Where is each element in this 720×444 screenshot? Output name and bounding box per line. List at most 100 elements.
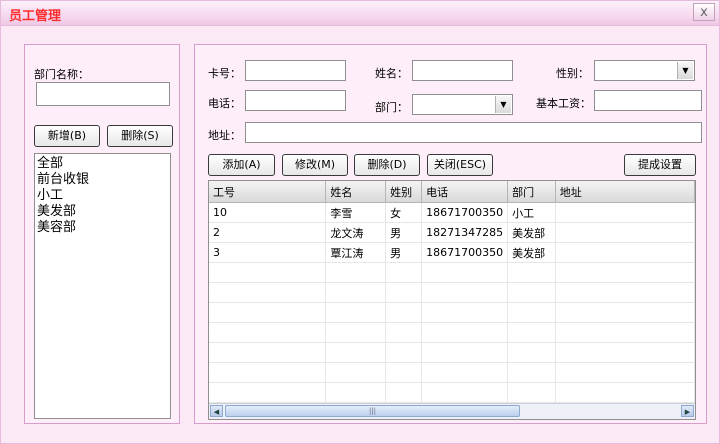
table-cell: 覃江涛 [325, 242, 387, 263]
table-cell [385, 302, 423, 323]
table-cell: 2 [209, 222, 327, 243]
department-list-item[interactable]: 小工 [37, 188, 170, 204]
commission-settings-button[interactable]: 提成设置 [624, 154, 696, 176]
table-row[interactable]: 10 李雪女 18671700350 小工 [209, 202, 695, 223]
table-cell [555, 362, 695, 383]
department-list[interactable]: 全部 前台收银 小工 美发部 美容部 [34, 153, 171, 419]
close-icon[interactable]: x [693, 3, 715, 21]
card-input[interactable] [245, 60, 346, 81]
table-cell [209, 282, 327, 303]
chevron-down-icon[interactable]: ▼ [677, 62, 693, 79]
table-cell [507, 382, 556, 403]
name-input[interactable] [412, 60, 513, 81]
table-cell [507, 262, 556, 283]
table-cell [209, 322, 327, 343]
table-cell: 男 [385, 242, 423, 263]
table-cell [385, 382, 423, 403]
table-cell [421, 342, 509, 363]
table-cell: 10 [209, 202, 327, 223]
table-cell [555, 342, 695, 363]
salary-input[interactable] [594, 90, 702, 111]
table-row[interactable] [209, 262, 695, 283]
edit-employee-button[interactable]: 修改(M) [282, 154, 348, 176]
department-list-item[interactable]: 美发部 [37, 204, 170, 220]
employee-panel: 卡号： 姓名： 性别： ▼ 电话： 部门： ▼ 基本工资： 地址： 添加(A) … [194, 44, 707, 424]
table-cell [385, 322, 423, 343]
column-header[interactable]: 姓别 [385, 181, 423, 203]
window-title: 员工管理 [9, 9, 62, 24]
address-label: 地址： [208, 129, 241, 142]
table-cell [555, 242, 695, 263]
name-label: 姓名： [375, 67, 408, 80]
table-cell [209, 382, 327, 403]
table-cell: 18671700350 [421, 202, 509, 223]
table-cell: 龙文涛 [325, 222, 387, 243]
table-cell [209, 262, 327, 283]
gender-select[interactable]: ▼ [594, 60, 695, 81]
department-list-item[interactable]: 全部 [37, 156, 170, 172]
dept-label: 部门： [375, 101, 408, 114]
table-row[interactable] [209, 282, 695, 303]
scroll-thumb[interactable]: ||| [225, 405, 520, 417]
table-cell [421, 282, 509, 303]
arrow-left-icon[interactable]: ◀ [210, 405, 223, 417]
column-header[interactable]: 工号 [209, 181, 327, 203]
table-cell: 美发部 [507, 222, 556, 243]
column-header[interactable]: 姓名 [325, 181, 387, 203]
delete-employee-button[interactable]: 删除(D) [354, 154, 420, 176]
table-cell [421, 262, 509, 283]
table-cell [385, 262, 423, 283]
chevron-down-icon[interactable]: ▼ [495, 96, 511, 113]
department-list-item[interactable]: 美容部 [37, 220, 170, 236]
department-panel: 部门名称： 新增(B) 删除(S) 全部 前台收银 小工 美发部 美容部 [24, 44, 180, 424]
table-cell [209, 302, 327, 323]
table-cell [555, 322, 695, 343]
table-cell [507, 322, 556, 343]
table-cell [209, 342, 327, 363]
table-cell [507, 302, 556, 323]
column-header[interactable]: 电话 [421, 181, 509, 203]
dept-select[interactable]: ▼ [412, 94, 513, 115]
table-cell: 女 [385, 202, 423, 223]
table-row[interactable] [209, 382, 695, 403]
table-cell: 18271347285 [421, 222, 509, 243]
table-cell [385, 362, 423, 383]
table-cell [209, 362, 327, 383]
table-cell [385, 282, 423, 303]
add-department-button[interactable]: 新增(B) [34, 125, 100, 147]
table-cell: 李雪 [325, 202, 387, 223]
close-button[interactable]: 关闭(ESC) [427, 154, 493, 176]
table-row[interactable]: 3 覃江涛男 18671700350 美发部 [209, 242, 695, 263]
delete-department-button[interactable]: 删除(S) [107, 125, 173, 147]
employee-table[interactable]: 工号 姓名 姓别 电话 部门 地址 10 李雪女 18671700350 小工 2 龙文涛男 1827… [208, 180, 696, 420]
add-employee-button[interactable]: 添加(A) [208, 154, 275, 176]
table-cell [325, 362, 387, 383]
table-row[interactable] [209, 342, 695, 363]
table-cell [555, 222, 695, 243]
table-cell [325, 262, 387, 283]
table-row[interactable] [209, 322, 695, 343]
table-row[interactable] [209, 302, 695, 323]
table-cell [325, 382, 387, 403]
table-row[interactable] [209, 362, 695, 383]
table-cell [555, 302, 695, 323]
table-cell [421, 302, 509, 323]
table-row[interactable]: 2 龙文涛男 18271347285 美发部 [209, 222, 695, 243]
table-cell [555, 202, 695, 223]
dept-name-input[interactable] [36, 82, 170, 106]
table-cell [385, 342, 423, 363]
table-cell: 小工 [507, 202, 556, 223]
table-cell [421, 382, 509, 403]
table-cell: 18671700350 [421, 242, 509, 263]
table-cell [325, 282, 387, 303]
arrow-right-icon[interactable]: ▶ [681, 405, 694, 417]
horizontal-scrollbar[interactable]: ◀ ||| ▶ [209, 403, 695, 419]
address-input[interactable] [245, 122, 702, 143]
column-header[interactable]: 部门 [507, 181, 556, 203]
table-cell [507, 362, 556, 383]
salary-label: 基本工资： [536, 97, 591, 110]
phone-input[interactable] [245, 90, 346, 111]
column-header[interactable]: 地址 [555, 181, 695, 203]
phone-label: 电话： [208, 97, 241, 110]
department-list-item[interactable]: 前台收银 [37, 172, 170, 188]
